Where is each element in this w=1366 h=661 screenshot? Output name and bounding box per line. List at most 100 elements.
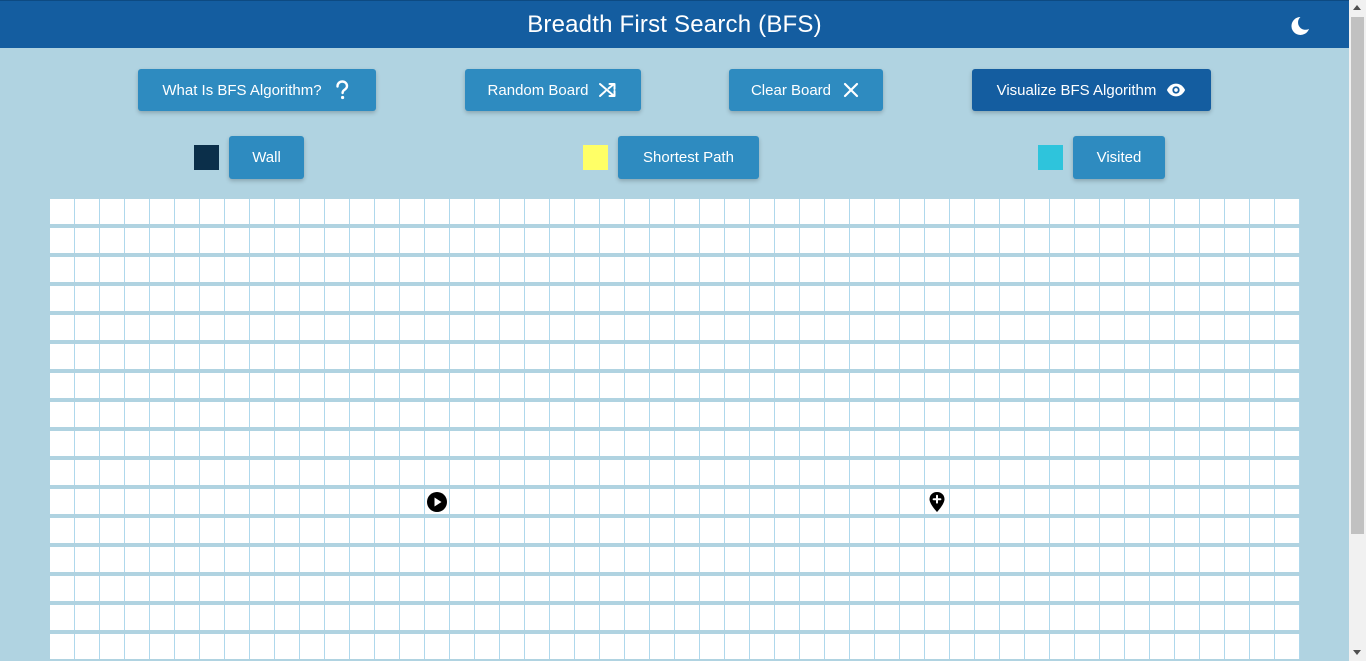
grid-cell[interactable] [675,286,700,311]
grid-cell[interactable] [50,402,75,427]
grid-cell[interactable] [1175,547,1200,572]
grid-cell[interactable] [325,344,350,369]
grid-cell[interactable] [325,257,350,282]
grid-cell[interactable] [625,315,650,340]
grid-cell[interactable] [750,489,775,514]
grid-cell[interactable] [975,518,1000,543]
grid-cell[interactable] [1225,228,1250,253]
grid-cell[interactable] [1100,431,1125,456]
grid-cell[interactable] [750,402,775,427]
grid-cell[interactable] [900,431,925,456]
grid-cell[interactable] [975,402,1000,427]
grid-cell[interactable] [175,518,200,543]
grid-cell[interactable] [1075,547,1100,572]
grid-cell[interactable] [775,518,800,543]
grid-cell[interactable] [650,431,675,456]
grid-cell[interactable] [450,344,475,369]
grid-cell[interactable] [225,344,250,369]
grid-cell[interactable] [300,576,325,601]
grid-cell[interactable] [700,431,725,456]
grid-cell[interactable] [275,489,300,514]
grid-cell[interactable] [300,634,325,659]
grid-cell[interactable] [50,547,75,572]
grid-cell[interactable] [900,373,925,398]
grid-cell[interactable] [1200,489,1225,514]
grid-cell[interactable] [1225,576,1250,601]
grid-cell[interactable] [850,286,875,311]
grid-cell[interactable] [625,489,650,514]
grid-cell[interactable] [850,199,875,224]
grid-cell[interactable] [1250,286,1275,311]
grid-cell[interactable] [200,199,225,224]
grid-cell[interactable] [75,344,100,369]
grid-cell[interactable] [1175,431,1200,456]
grid-cell[interactable] [825,431,850,456]
grid-cell[interactable] [925,547,950,572]
grid-cell[interactable] [75,402,100,427]
grid-cell[interactable] [500,547,525,572]
grid-cell[interactable] [300,547,325,572]
grid-cell[interactable] [900,547,925,572]
grid-cell[interactable] [125,228,150,253]
grid-cell[interactable] [1225,373,1250,398]
grid-cell[interactable] [575,518,600,543]
grid-cell[interactable] [1200,199,1225,224]
grid-cell[interactable] [175,257,200,282]
grid-cell[interactable] [1200,228,1225,253]
grid-cell[interactable] [875,518,900,543]
grid-cell[interactable] [875,634,900,659]
grid-cell[interactable] [225,257,250,282]
grid-cell[interactable] [250,228,275,253]
grid-cell[interactable] [1250,315,1275,340]
grid-cell[interactable] [925,460,950,485]
grid-cell[interactable] [1125,460,1150,485]
grid-cell[interactable] [600,576,625,601]
grid-cell[interactable] [525,286,550,311]
grid-cell[interactable] [450,431,475,456]
grid-cell[interactable] [775,576,800,601]
grid-cell[interactable] [1025,257,1050,282]
grid-cell[interactable] [975,489,1000,514]
grid-cell[interactable] [700,460,725,485]
grid-cell[interactable] [850,431,875,456]
grid-cell[interactable] [425,431,450,456]
grid-cell[interactable] [375,199,400,224]
grid-cell[interactable] [1050,344,1075,369]
grid-cell[interactable] [1025,518,1050,543]
grid-cell[interactable] [700,605,725,630]
grid-cell[interactable] [225,286,250,311]
grid-cell[interactable] [225,228,250,253]
grid-cell[interactable] [100,634,125,659]
grid-cell[interactable] [200,431,225,456]
grid-cell[interactable] [1100,634,1125,659]
grid-cell[interactable] [725,489,750,514]
grid-cell[interactable] [225,431,250,456]
grid-cell[interactable] [975,634,1000,659]
grid-cell[interactable] [625,373,650,398]
grid-cell[interactable] [1200,576,1225,601]
grid-cell[interactable] [1125,373,1150,398]
grid-cell[interactable] [50,431,75,456]
grid-cell[interactable] [1200,402,1225,427]
grid-cell[interactable] [275,199,300,224]
grid-cell[interactable] [100,315,125,340]
grid-cell[interactable] [800,431,825,456]
grid-cell[interactable] [1250,634,1275,659]
grid-cell[interactable] [1075,373,1100,398]
grid-cell[interactable] [975,315,1000,340]
grid-cell[interactable] [1125,315,1150,340]
grid-cell[interactable] [1225,315,1250,340]
grid-cell[interactable] [1000,634,1025,659]
grid-cell[interactable] [775,431,800,456]
grid-cell[interactable] [875,576,900,601]
grid-cell[interactable] [1000,199,1025,224]
grid-cell[interactable] [1225,344,1250,369]
grid-cell[interactable] [875,431,900,456]
grid-cell[interactable] [1250,228,1275,253]
grid-cell[interactable] [100,286,125,311]
grid-cell[interactable] [50,286,75,311]
grid-cell[interactable] [525,489,550,514]
grid-cell[interactable] [125,257,150,282]
grid-cell[interactable] [925,634,950,659]
grid-cell[interactable] [825,576,850,601]
